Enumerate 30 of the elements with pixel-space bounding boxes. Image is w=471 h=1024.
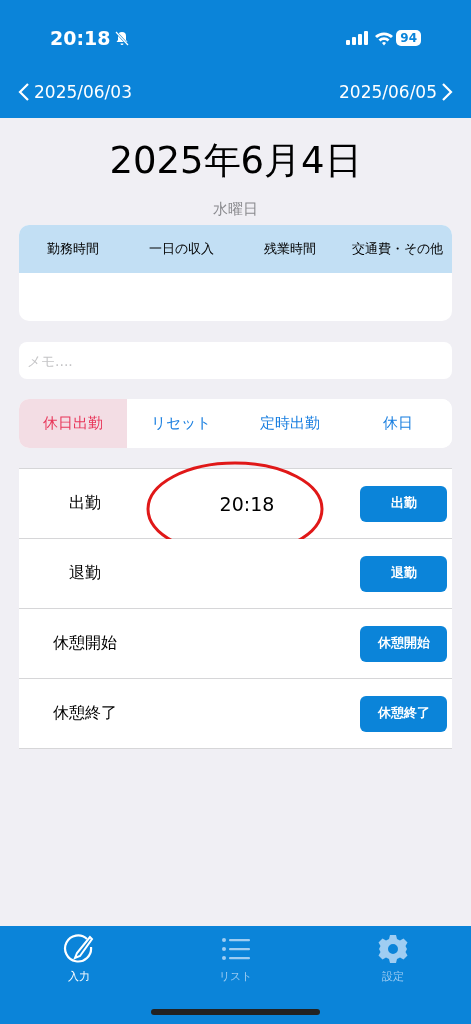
row-label: 休憩開始 <box>53 633 117 654</box>
date-title: 2025年6月4日 <box>108 138 363 184</box>
battery-level: 94 <box>396 30 421 46</box>
punch-button[interactable]: 休憩開始 <box>360 625 447 662</box>
settings-icon <box>376 933 409 965</box>
previous-day-button[interactable]: 2025/06/03 <box>18 82 132 102</box>
row-label: 出勤 <box>69 493 101 514</box>
tab-bar-item[interactable]: リスト <box>157 933 314 984</box>
column-header: 勤務時間 <box>46 240 101 258</box>
muted-bell-icon <box>114 30 131 46</box>
row-label: 退勤 <box>69 563 101 584</box>
next-day-button[interactable]: 2025/06/05 <box>339 82 453 102</box>
punch-button[interactable]: 退勤 <box>360 555 447 592</box>
column-header: 一日の収入 <box>147 240 215 258</box>
weekday-label: 水曜日 <box>212 200 259 219</box>
punch-button[interactable]: 休憩終了 <box>360 695 447 732</box>
column-header: 残業時間 <box>262 240 317 258</box>
tab-bar-item[interactable]: 設定 <box>314 933 471 984</box>
punch-button[interactable]: 出勤 <box>360 485 447 522</box>
segment-tab[interactable]: 休日出勤 <box>19 399 128 448</box>
signal-icon <box>346 31 369 45</box>
time-value: 20:18 <box>218 492 276 515</box>
pen-circle-icon <box>62 933 95 965</box>
clock: 20:18 <box>50 27 111 49</box>
wifi-icon <box>374 30 395 46</box>
chevron-right-icon <box>441 82 453 102</box>
row-label: 休憩終了 <box>53 703 117 724</box>
column-header: 交通費・その他 <box>351 240 445 258</box>
tab-bar-item[interactable]: 入力 <box>0 933 157 984</box>
chevron-left-icon <box>18 82 30 102</box>
